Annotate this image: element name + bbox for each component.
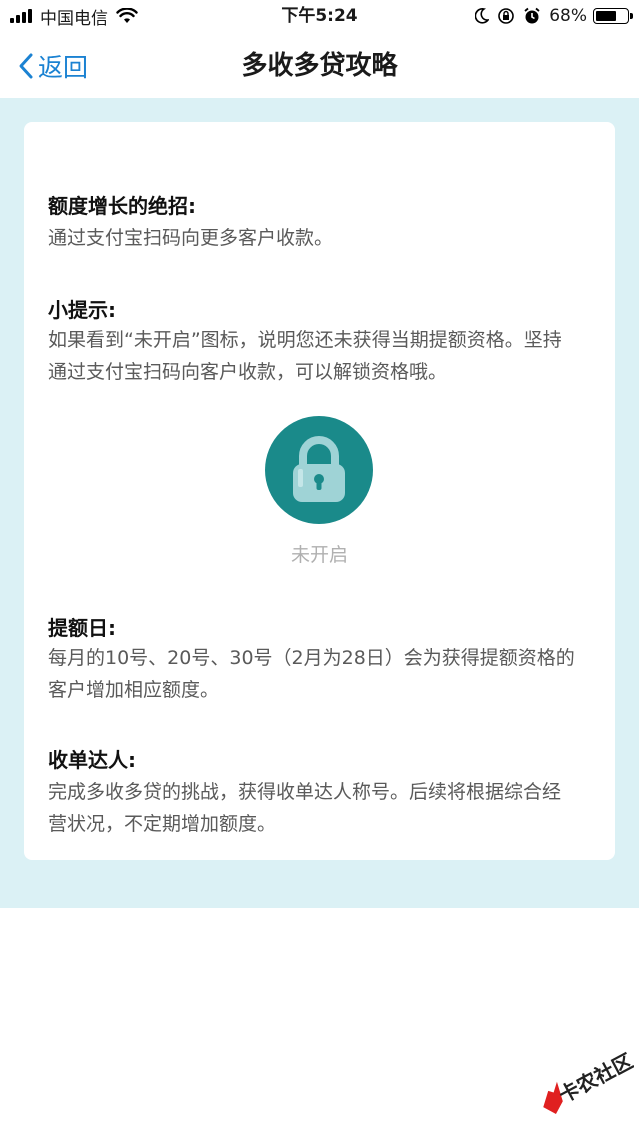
text-line: 每月的10号、20号、30号（2月为28日）会为获得提额资格的 [48, 647, 575, 669]
lock-badge [265, 416, 373, 524]
alarm-icon [524, 7, 540, 24]
back-button-label: 返回 [38, 53, 89, 82]
section-title-increase-day: 提额日: [48, 616, 116, 640]
section-title-tip: 小提示: [48, 298, 116, 322]
back-button[interactable]: 返回 [18, 48, 88, 84]
battery-icon [593, 8, 633, 24]
watermark-logo: 卡农社区 [543, 1049, 634, 1114]
section-title-merchant-expert: 收单达人: [48, 748, 136, 772]
battery-fill [596, 11, 617, 21]
content-area: 额度增长的绝招: 通过支付宝扫码向更多客户收款。 小提示: 如果看到“未开启”图… [0, 98, 639, 908]
moon-icon [475, 8, 490, 24]
strategy-card: 额度增长的绝招: 通过支付宝扫码向更多客户收款。 小提示: 如果看到“未开启”图… [24, 122, 615, 860]
chevron-left-icon [19, 53, 33, 79]
page-title: 多收多贷攻略 [241, 51, 398, 81]
lock-icon [293, 436, 345, 502]
watermark-text: 卡农社区 [555, 1049, 634, 1108]
text-line: 通过支付宝扫码向更多客户收款。 [48, 227, 334, 249]
status-bar: 中国电信 下午5:24 68% [0, 0, 639, 34]
battery-percent: 68% [549, 6, 587, 26]
section-text-merchant-expert: 完成多收多贷的挑战，获得收单达人称号。后续将根据综合经 营状况，不定期增加额度。 [48, 776, 596, 840]
section-text-quota-growth: 通过支付宝扫码向更多客户收款。 [48, 222, 596, 254]
nav-bar: 多收多贷攻略 返回 [0, 34, 639, 98]
lock-status-caption: 未开启 [290, 544, 348, 566]
rotation-lock-icon [498, 8, 515, 24]
section-text-tip: 如果看到“未开启”图标，说明您还未获得当期提额资格。坚持 通过支付宝扫码向客户收… [48, 324, 596, 388]
text-line: 营状况，不定期增加额度。 [48, 813, 277, 835]
text-line: 完成多收多贷的挑战，获得收单达人称号。后续将根据综合经 [48, 781, 562, 803]
text-line: 如果看到“未开启”图标，说明您还未获得当期提额资格。坚持 [48, 329, 562, 351]
text-line: 通过支付宝扫码向客户收款，可以解锁资格哦。 [48, 361, 448, 383]
status-right: 68% [475, 5, 633, 27]
section-title-quota-growth: 额度增长的绝招: [48, 194, 196, 218]
section-text-increase-day: 每月的10号、20号、30号（2月为28日）会为获得提额资格的 客户增加相应额度… [48, 642, 596, 706]
text-line: 客户增加相应额度。 [48, 679, 220, 701]
